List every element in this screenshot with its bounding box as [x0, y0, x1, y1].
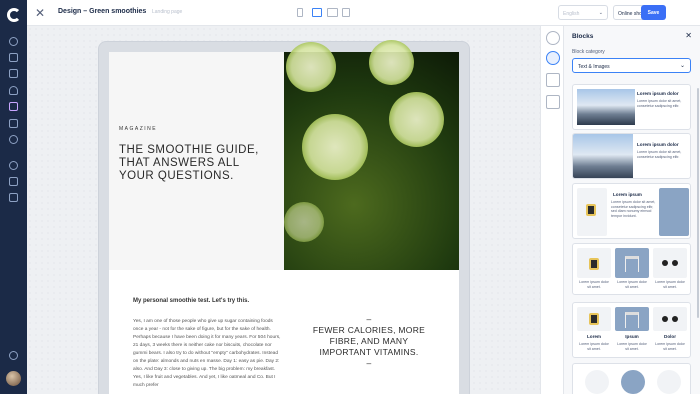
card-caption: Lorem ipsum dolor sit amet. [579, 280, 609, 289]
cucumber-slice [284, 202, 324, 242]
layers-icon[interactable] [546, 95, 560, 109]
settings-icon[interactable] [9, 135, 18, 144]
block-card[interactable] [572, 363, 691, 394]
panel-scrollbar[interactable] [697, 88, 699, 318]
body-paragraph: Yes, I am one of those people who give u… [133, 319, 281, 388]
pull-quote: – FEWER CALORIES, MORE FIBRE, AND MANY I… [304, 314, 434, 369]
card-caption: Lorem ipsum dolor sit amet. [617, 342, 647, 351]
bag-icon [586, 204, 596, 216]
help-icon[interactable] [9, 351, 18, 360]
stool-icon [625, 312, 639, 328]
left-navigation [0, 0, 27, 394]
stool-image [659, 188, 689, 236]
block-card[interactable]: Lorem ipsum dolor sit amet. Lorem ipsum … [572, 243, 691, 295]
bag-image [585, 370, 609, 394]
stool-image [621, 370, 645, 394]
quote-text: FEWER CALORIES, MORE FIBRE, AND MANY IMP… [312, 325, 426, 357]
card-desc: Lorem ipsum dolor sit amet, consetetur s… [611, 200, 656, 218]
card-caption: Lorem ipsum dolor sit amet. [617, 280, 647, 289]
calendar-icon[interactable] [9, 193, 18, 202]
category-value: Text & Images [578, 64, 610, 70]
media-icon[interactable] [546, 73, 560, 87]
users-icon[interactable] [9, 86, 18, 95]
tablet-view-icon[interactable] [312, 8, 322, 17]
tool-rail [540, 26, 564, 394]
user-avatar[interactable] [6, 371, 21, 386]
cucumber-slice [369, 40, 414, 85]
card-caption: Lorem ipsum dolor sit amet. [655, 342, 685, 351]
card-desc: Lorem ipsum dolor sit amet, consetetur s… [637, 150, 682, 159]
save-button[interactable]: Save [641, 5, 666, 20]
glasses-icon [662, 260, 678, 266]
marketing-icon[interactable] [9, 119, 18, 128]
app-logo[interactable] [7, 8, 21, 22]
mountain-image [577, 89, 635, 125]
card-caption: Lorem ipsum dolor sit amet. [579, 342, 609, 351]
language-select[interactable]: English ⌄ [558, 5, 608, 20]
mountain-image [573, 134, 633, 178]
card-title: Lorem ipsum dolor [637, 142, 679, 147]
card-title: Lorem ipsum dolor [637, 91, 679, 96]
blocks-panel: Blocks ✕ Block category Text & Images ⌄ … [564, 26, 700, 394]
globe-icon[interactable] [9, 161, 18, 170]
pages-icon[interactable] [9, 53, 18, 62]
card-title: Ipsum [625, 334, 639, 339]
hero-headline: THE SMOOTHIE GUIDE, THAT ANSWERS ALL YOU… [119, 144, 259, 182]
block-card[interactable]: Lorem Ipsum Dolor Lorem ipsum dolor sit … [572, 302, 691, 358]
eyebrow-text: MAGAZINE [119, 126, 158, 132]
fullscreen-view-icon[interactable] [342, 8, 350, 17]
chevron-down-icon: ⌄ [679, 63, 685, 69]
intro-heading: My personal smoothie test. Let's try thi… [133, 298, 250, 304]
desktop-view-icon[interactable] [327, 8, 338, 17]
chevron-down-icon: ⌄ [598, 10, 603, 16]
dashboard-icon[interactable] [9, 37, 18, 46]
card-title: Lorem ipsum [613, 192, 642, 197]
glasses-image [657, 370, 681, 394]
cucumber-slice [389, 92, 444, 147]
close-icon[interactable]: ✕ [35, 6, 45, 20]
top-bar: ✕ Design – Green smoothies Landing page … [27, 0, 700, 26]
gift-icon[interactable] [9, 177, 18, 186]
page-subtitle: Landing page [152, 9, 183, 15]
settings-icon[interactable] [546, 31, 560, 45]
card-desc: Lorem ipsum dolor sit amet, consetetur s… [637, 99, 682, 108]
cucumber-slice [286, 42, 336, 92]
hero-text-block[interactable]: MAGAZINE THE SMOOTHIE GUIDE, THAT ANSWER… [109, 52, 284, 270]
category-label: Block category [572, 49, 605, 55]
block-card[interactable]: Lorem ipsum Lorem ipsum dolor sit amet, … [572, 183, 691, 239]
glasses-icon [662, 316, 678, 322]
card-title: Dolor [664, 334, 676, 339]
category-select[interactable]: Text & Images ⌄ [572, 58, 691, 73]
page-preview[interactable]: MAGAZINE THE SMOOTHIE GUIDE, THAT ANSWER… [109, 40, 459, 394]
block-card[interactable]: Lorem ipsum dolor Lorem ipsum dolor sit … [572, 84, 691, 130]
language-value: English [563, 11, 580, 17]
bag-icon [589, 258, 599, 270]
card-title: Lorem [586, 334, 602, 339]
quote-dash-bottom: – [366, 358, 372, 368]
block-card[interactable]: Lorem ipsum dolor Lorem ipsum dolor sit … [572, 133, 691, 179]
quote-dash-top: – [366, 314, 372, 324]
stool-icon [625, 256, 639, 272]
bag-icon [589, 313, 599, 325]
shop-icon[interactable] [9, 69, 18, 78]
close-icon[interactable]: ✕ [685, 31, 692, 40]
add-block-icon[interactable] [546, 51, 560, 65]
cucumber-slice [302, 114, 368, 180]
smoothie-image[interactable] [284, 40, 459, 270]
card-caption: Lorem ipsum dolor sit amet. [655, 280, 685, 289]
design-icon[interactable] [9, 102, 18, 111]
panel-title: Blocks [572, 33, 594, 40]
mobile-view-icon[interactable] [297, 8, 303, 17]
page-title: Design – Green smoothies [58, 8, 147, 15]
